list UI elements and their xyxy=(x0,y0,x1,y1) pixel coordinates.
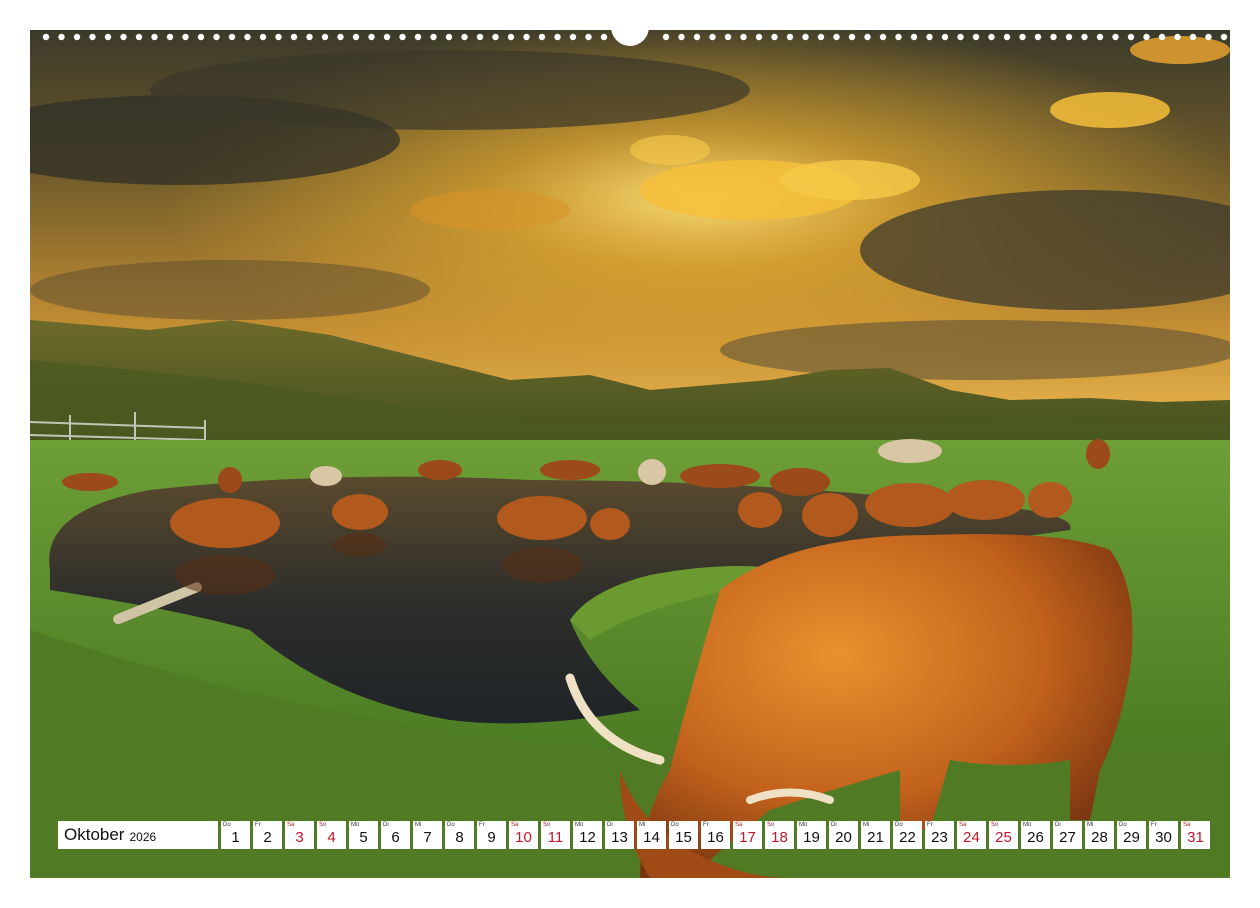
day-cell: Mi 7 xyxy=(413,821,442,849)
day-cell: Mo 12 xyxy=(573,821,602,849)
day-number: 28 xyxy=(1091,829,1108,846)
day-cell: Do 8 xyxy=(445,821,474,849)
weekday-label: So xyxy=(319,822,327,828)
weekday-label: Mo xyxy=(799,822,808,828)
day-cell: Fr 30 xyxy=(1149,821,1178,849)
day-cell: Di 13 xyxy=(605,821,634,849)
day-cell: Sa 3 xyxy=(285,821,314,849)
weekday-label: Mi xyxy=(863,822,870,828)
day-number: 23 xyxy=(931,829,948,846)
weekday-label: Di xyxy=(831,822,837,828)
day-number: 15 xyxy=(675,829,692,846)
weekday-label: Do xyxy=(447,822,455,828)
weekday-label: Do xyxy=(1119,822,1127,828)
day-number: 4 xyxy=(327,829,336,846)
day-cell: Mo 5 xyxy=(349,821,378,849)
day-cell: Fr 9 xyxy=(477,821,506,849)
weekday-label: So xyxy=(543,822,551,828)
weekday-label: Fr xyxy=(703,822,709,828)
day-number: 12 xyxy=(579,829,596,846)
weekday-label: Di xyxy=(607,822,613,828)
day-cell: Sa 10 xyxy=(509,821,538,849)
weekday-label: Mo xyxy=(575,822,584,828)
weekday-label: Sa xyxy=(511,822,519,828)
day-number: 8 xyxy=(455,829,464,846)
day-cell: So 4 xyxy=(317,821,346,849)
month-label: Oktober 2026 xyxy=(58,821,218,849)
weekday-label: Fr xyxy=(1151,822,1157,828)
calendar-day-strip: Oktober 2026 Do 1 Fr 2 Sa 3 So 4 Mo 5 Di 6 Mi 7 Do 8 Fr 9… xyxy=(58,821,1210,849)
day-cell: So 18 xyxy=(765,821,794,849)
day-cell: Mi 14 xyxy=(637,821,666,849)
day-cell: Di 6 xyxy=(381,821,410,849)
day-cell: Fr 23 xyxy=(925,821,954,849)
day-cell: Mo 26 xyxy=(1021,821,1050,849)
day-cell: So 25 xyxy=(989,821,1018,849)
weekday-label: Mo xyxy=(1023,822,1032,828)
day-number: 26 xyxy=(1027,829,1044,846)
highland-cattle-landscape-image xyxy=(30,30,1230,878)
day-cell: Do 1 xyxy=(221,821,250,849)
day-cell: Mi 21 xyxy=(861,821,890,849)
day-number: 2 xyxy=(263,829,272,846)
day-cell: Do 22 xyxy=(893,821,922,849)
day-number: 3 xyxy=(295,829,304,846)
weekday-label: Do xyxy=(671,822,679,828)
day-number: 18 xyxy=(771,829,788,846)
day-cell: Do 29 xyxy=(1117,821,1146,849)
month-year: 2026 xyxy=(129,829,157,844)
weekday-label: So xyxy=(991,822,999,828)
day-cell: Mo 19 xyxy=(797,821,826,849)
weekday-label: Mi xyxy=(415,822,422,828)
day-number: 10 xyxy=(515,829,532,846)
day-number: 1 xyxy=(231,829,240,846)
day-number: 16 xyxy=(707,829,724,846)
day-cell: Di 27 xyxy=(1053,821,1082,849)
weekday-label: Di xyxy=(383,822,389,828)
day-cell: Sa 24 xyxy=(957,821,986,849)
weekday-label: Mo xyxy=(351,822,360,828)
day-number: 14 xyxy=(643,829,660,846)
weekday-label: Sa xyxy=(1183,822,1191,828)
day-number: 30 xyxy=(1155,829,1172,846)
day-number: 29 xyxy=(1123,829,1140,846)
day-number: 27 xyxy=(1059,829,1076,846)
day-number: 22 xyxy=(899,829,916,846)
day-cell: Do 15 xyxy=(669,821,698,849)
weekday-label: Fr xyxy=(255,822,261,828)
day-cell: Fr 16 xyxy=(701,821,730,849)
weekday-label: Sa xyxy=(735,822,743,828)
weekday-label: Mi xyxy=(639,822,646,828)
weekday-label: Fr xyxy=(927,822,933,828)
weekday-label: Sa xyxy=(287,822,295,828)
month-name: Oktober xyxy=(64,825,125,844)
calendar-photo xyxy=(30,30,1230,878)
day-number: 31 xyxy=(1187,829,1204,846)
day-cell: Sa 31 xyxy=(1181,821,1210,849)
day-number: 25 xyxy=(995,829,1012,846)
day-cell: So 11 xyxy=(541,821,570,849)
weekday-label: Mi xyxy=(1087,822,1094,828)
day-number: 19 xyxy=(803,829,820,846)
day-number: 7 xyxy=(423,829,432,846)
day-number: 6 xyxy=(391,829,400,846)
weekday-label: So xyxy=(767,822,775,828)
day-number: 11 xyxy=(547,829,564,846)
weekday-label: Sa xyxy=(959,822,967,828)
day-number: 20 xyxy=(835,829,852,846)
day-cell: Di 20 xyxy=(829,821,858,849)
day-number: 9 xyxy=(487,829,496,846)
day-number: 24 xyxy=(963,829,980,846)
day-cell: Sa 17 xyxy=(733,821,762,849)
weekday-label: Do xyxy=(895,822,903,828)
day-number: 5 xyxy=(359,829,368,846)
day-number: 21 xyxy=(867,829,884,846)
day-cell: Mi 28 xyxy=(1085,821,1114,849)
weekday-label: Di xyxy=(1055,822,1061,828)
weekday-label: Fr xyxy=(479,822,485,828)
day-cell: Fr 2 xyxy=(253,821,282,849)
weekday-label: Do xyxy=(223,822,231,828)
day-number: 17 xyxy=(739,829,756,846)
day-number: 13 xyxy=(611,829,628,846)
